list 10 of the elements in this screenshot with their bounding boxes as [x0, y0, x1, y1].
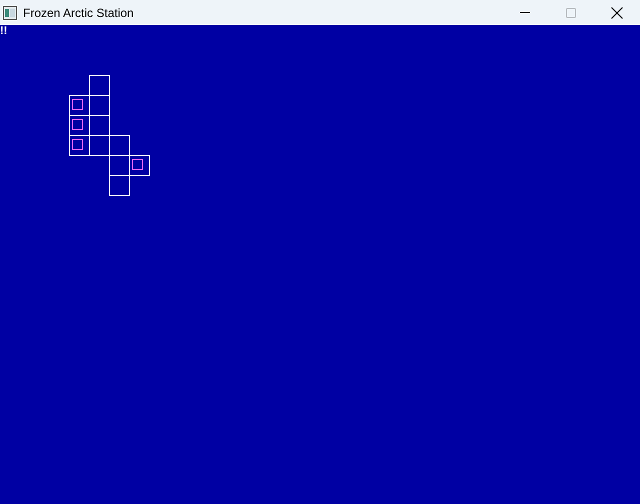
- app-icon: [3, 6, 17, 20]
- minimize-icon: [520, 12, 530, 13]
- window-title: Frozen Arctic Station: [23, 4, 134, 22]
- room-marker: [72, 139, 83, 150]
- room-marker: [72, 119, 83, 130]
- maximize-icon: [566, 8, 576, 18]
- room-marker: [132, 159, 143, 170]
- room-marker: [72, 99, 83, 110]
- close-icon: [611, 6, 623, 18]
- status-text: !!: [0, 25, 8, 37]
